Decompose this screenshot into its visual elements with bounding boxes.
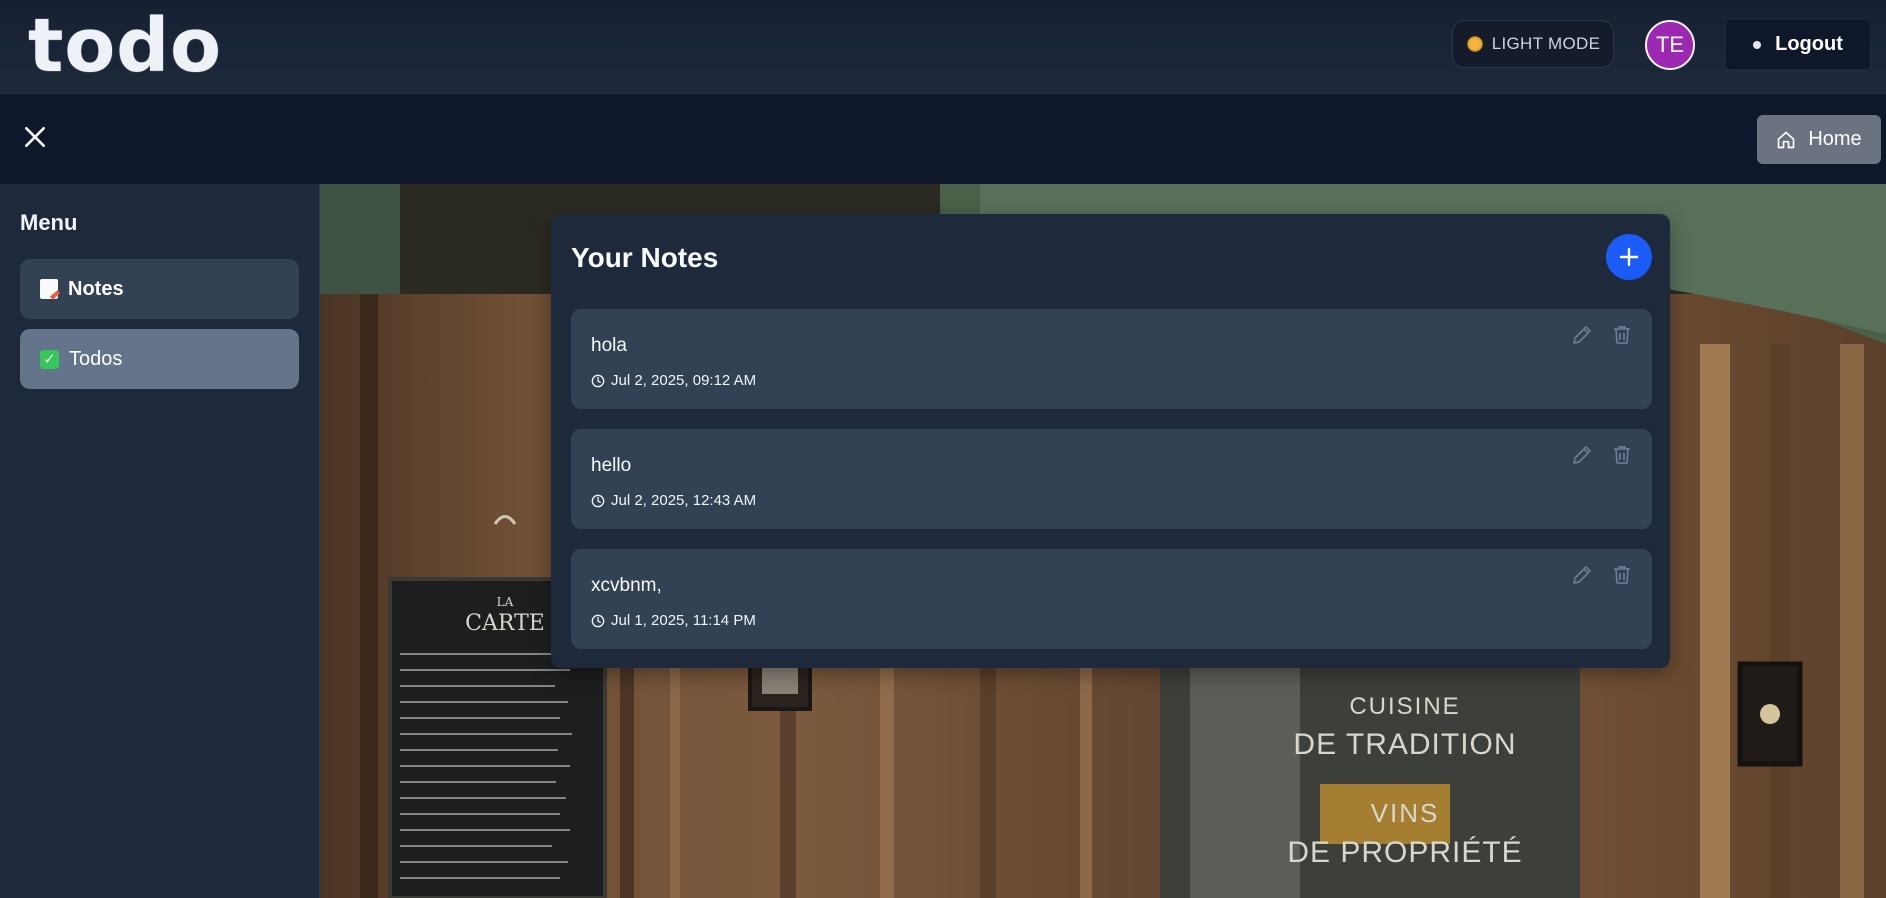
check-box-icon: ✓ (40, 349, 59, 369)
note-actions (1570, 443, 1634, 467)
edit-icon[interactable] (1570, 563, 1594, 587)
edit-icon[interactable] (1570, 323, 1594, 347)
edit-icon[interactable] (1570, 443, 1594, 467)
panel-title: Your Notes (571, 242, 719, 273)
window-text-vins: VINS (1371, 798, 1440, 828)
top-header: todo LIGHT MODE TE Logout (0, 0, 1886, 94)
sidebar-item-label: Notes (68, 277, 124, 300)
note-title: hola (591, 335, 627, 356)
note-timestamp-text: Jul 2, 2025, 09:12 AM (611, 372, 757, 389)
note-timestamp-text: Jul 2, 2025, 12:43 AM (611, 492, 757, 509)
sidebar: Menu Notes ✓ Todos (0, 184, 320, 898)
window-text-de-tradition: DE TRADITION (1293, 728, 1516, 761)
home-label: Home (1808, 128, 1862, 150)
theme-toggle-label: LIGHT MODE (1491, 34, 1601, 53)
clock-icon (591, 614, 605, 627)
note-title: hello (591, 455, 632, 476)
sidebar-item-label: Todos (69, 347, 123, 370)
window-text-cuisine: CUISINE (1349, 693, 1460, 720)
clock-icon (591, 494, 605, 507)
home-button[interactable]: Home (1757, 115, 1881, 164)
sun-icon (1465, 35, 1484, 53)
user-avatar[interactable]: TE (1645, 20, 1695, 70)
note-actions (1570, 323, 1634, 347)
plus-icon (1619, 247, 1639, 267)
theme-toggle-button[interactable]: LIGHT MODE (1452, 20, 1614, 68)
note-card[interactable]: hello Jul 2, 2025, 12:43 AM (571, 429, 1652, 529)
logout-dot-icon (1753, 40, 1762, 49)
app-logo[interactable]: todo (28, 6, 222, 86)
note-timestamp: Jul 2, 2025, 09:12 AM (591, 372, 756, 389)
note-timestamp-text: Jul 1, 2025, 11:14 PM (611, 612, 756, 629)
note-card[interactable]: hola Jul 2, 2025, 09:12 AM (571, 309, 1652, 409)
menu-board-heading: CARTE (465, 611, 545, 636)
note-timestamp: Jul 1, 2025, 11:14 PM (591, 612, 756, 629)
menu-board-heading-small: LA (497, 595, 514, 609)
sub-navbar: Home (0, 94, 1886, 184)
note-actions (1570, 563, 1634, 587)
sidebar-item-notes[interactable]: Notes (20, 259, 299, 319)
note-title: xcvbnm, (591, 575, 662, 596)
notes-panel: Your Notes hola Jul 2, 2025, 09:12 AM he… (551, 214, 1670, 668)
window-text-de-propriete: DE PROPRIÉTÉ (1287, 836, 1522, 869)
logout-label: Logout (1775, 33, 1843, 55)
home-icon (1777, 131, 1795, 148)
note-timestamp: Jul 2, 2025, 12:43 AM (591, 492, 756, 509)
note-card[interactable]: xcvbnm, Jul 1, 2025, 11:14 PM (571, 549, 1652, 649)
sidebar-title: Menu (20, 210, 78, 235)
trash-icon[interactable] (1610, 563, 1634, 587)
trash-icon[interactable] (1610, 443, 1634, 467)
add-note-button[interactable] (1606, 234, 1652, 280)
close-icon[interactable] (22, 124, 48, 150)
sidebar-item-todos[interactable]: ✓ Todos (20, 329, 299, 389)
clock-icon (591, 374, 605, 387)
logout-button[interactable]: Logout (1725, 19, 1871, 70)
trash-icon[interactable] (1610, 323, 1634, 347)
notepad-icon (40, 279, 58, 299)
